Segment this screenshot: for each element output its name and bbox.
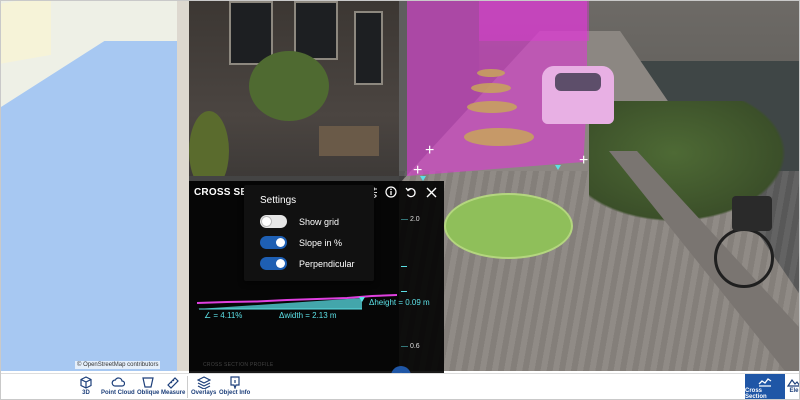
cross-section-controls	[364, 185, 438, 199]
toolbar-oblique-button[interactable]: Oblique	[137, 376, 159, 396]
road-marking-green	[444, 193, 573, 259]
axis-tick-mark	[401, 266, 407, 267]
setting-label: Perpendicular	[299, 258, 355, 269]
profile-line	[197, 294, 397, 304]
setting-show-grid[interactable]: Show grid	[260, 215, 339, 228]
setting-label: Show grid	[299, 216, 340, 227]
bottom-toolbar: 3D Point Cloud Oblique Measure Overlays …	[1, 373, 799, 399]
road-marking	[464, 128, 534, 146]
toolbar-3d-button[interactable]: 3D	[79, 376, 93, 396]
setting-slope-percent[interactable]: Slope in %	[260, 236, 342, 249]
bike-bag	[732, 196, 772, 231]
map-border-strip	[177, 1, 189, 371]
width-label: Δwidth = 2.13 m	[279, 311, 337, 320]
toolbar-divider	[187, 376, 188, 398]
oblique-icon	[142, 377, 154, 388]
map-water	[1, 41, 189, 371]
axis-tick-bottom: — 0.6	[401, 343, 420, 350]
cross-section-panel: CROSS SECTION — 2.0 — 0.6 ∠ = 4.11% Δwid…	[189, 181, 444, 373]
faded-caption: CROSS SECTION PROFILE	[203, 362, 274, 368]
measure-triangle-marker	[555, 165, 561, 170]
plant	[249, 51, 329, 121]
bench	[319, 126, 379, 156]
cross-section-icon	[758, 377, 772, 387]
toolbar-object-info-button[interactable]: Object Info	[219, 376, 250, 396]
setting-perpendicular[interactable]: Perpendicular	[260, 257, 355, 270]
settings-popover: Settings Show grid Slope in % Perpendicu…	[244, 185, 374, 281]
map-attribution[interactable]: © OpenStreetMap contributors	[75, 361, 161, 369]
info-icon[interactable]	[384, 185, 398, 199]
slope-label: ∠ = 4.11%	[204, 311, 243, 320]
building-window	[294, 1, 338, 60]
road-marking	[467, 101, 517, 113]
map-road	[1, 1, 51, 68]
cube-icon	[80, 376, 92, 389]
road-marking	[477, 69, 505, 77]
car-window	[555, 73, 601, 91]
slope-percent-toggle[interactable]	[260, 236, 287, 249]
road-marking	[471, 83, 511, 93]
toolbar-point-cloud-button[interactable]: Point Cloud	[101, 376, 135, 396]
settings-title: Settings	[260, 195, 297, 206]
building-window	[229, 1, 273, 65]
close-icon[interactable]	[424, 185, 438, 199]
toolbar-overlays-button[interactable]: Overlays	[191, 376, 216, 396]
layers-icon	[196, 376, 211, 389]
setting-label: Slope in %	[299, 237, 343, 248]
axis-tick-mark	[401, 291, 407, 292]
building-window	[354, 11, 383, 85]
bicycle	[714, 196, 799, 288]
app-window: © OpenStreetMap contributors + + + CROSS…	[0, 0, 800, 400]
axis-tick-top: — 2.0	[401, 216, 420, 223]
map-view[interactable]: © OpenStreetMap contributors	[1, 1, 189, 371]
toolbar-cross-section-button[interactable]: Cross Section	[745, 374, 785, 399]
measure-point-marker[interactable]: +	[425, 143, 434, 159]
cloud-icon	[111, 377, 125, 387]
height-label: Δheight = 0.09 m	[369, 298, 430, 307]
toolbar-measure-button[interactable]: Measure	[161, 376, 185, 396]
bike-wheel	[714, 228, 774, 288]
elevation-icon	[787, 378, 799, 387]
info-pin-icon	[230, 376, 240, 389]
ruler-icon	[167, 377, 180, 389]
measure-point-marker[interactable]: +	[579, 153, 588, 169]
toolbar-elevation-button[interactable]: Ele	[787, 376, 799, 394]
undo-icon[interactable]	[404, 185, 418, 199]
perpendicular-toggle[interactable]	[260, 257, 287, 270]
show-grid-toggle[interactable]	[260, 215, 287, 228]
